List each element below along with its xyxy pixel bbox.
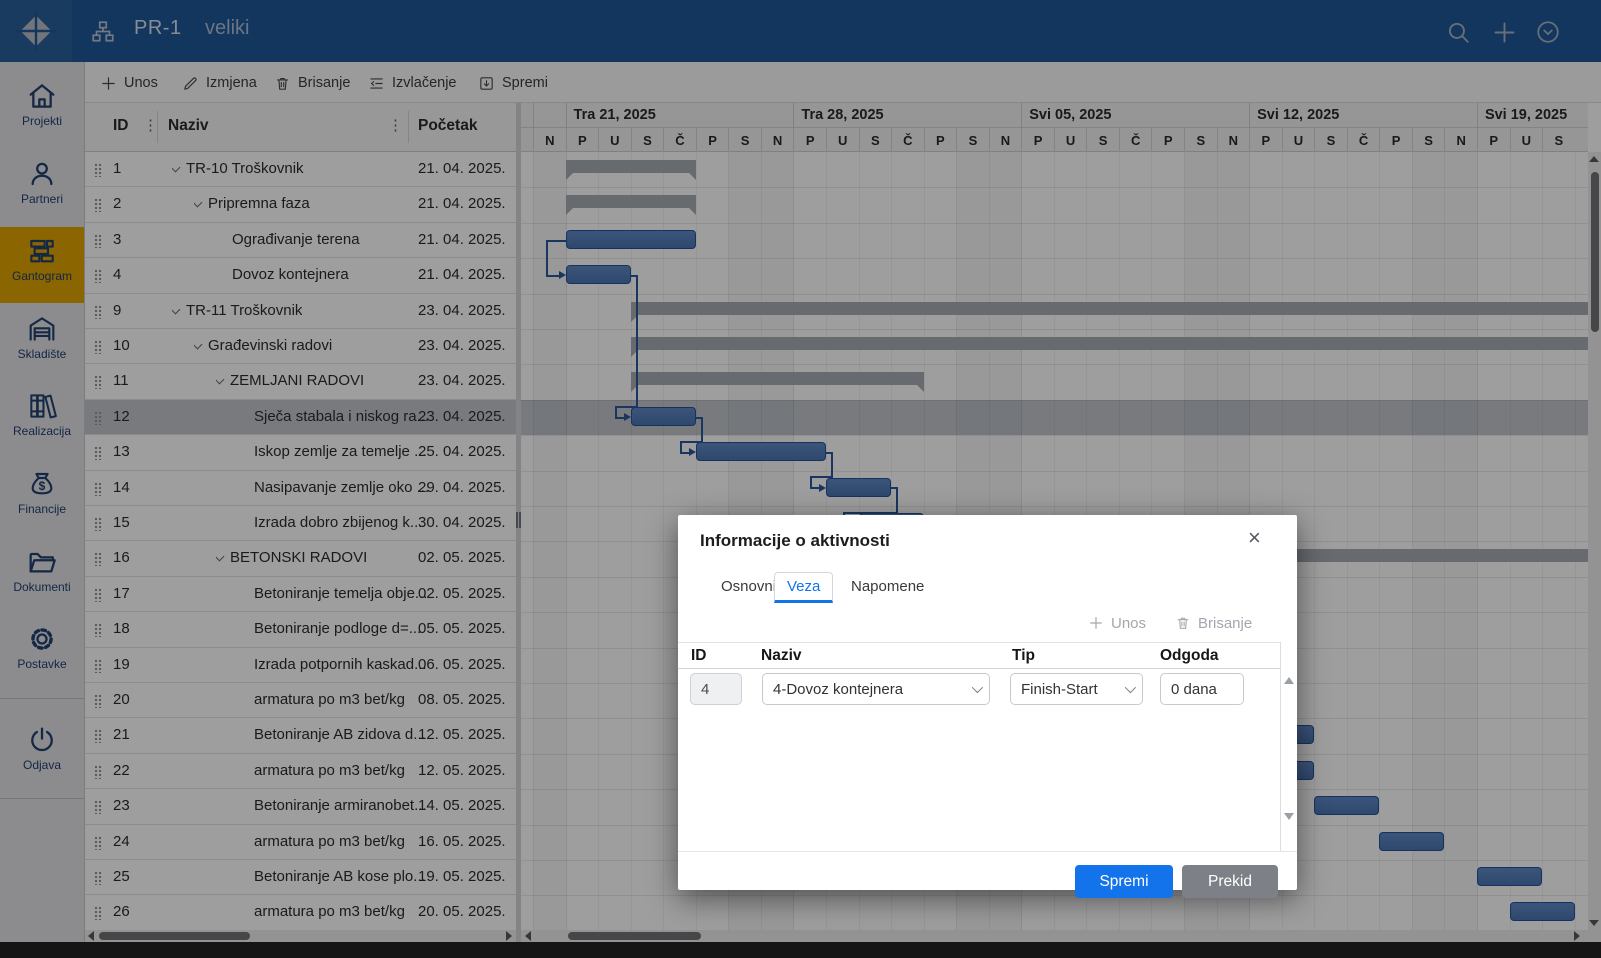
link-naziv-select[interactable]: 4-Dovoz kontejnera [762,673,990,705]
plus-icon [1088,615,1104,631]
application-window: PR-1 veliki ProjektiPartneriGantogramSkl… [0,0,1601,958]
close-icon[interactable]: × [1248,525,1261,551]
scroll-down-icon[interactable] [1284,813,1294,820]
col-naziv: Naziv [761,647,802,665]
link-odgoda-input[interactable]: 0 dana [1160,673,1244,705]
link-id-field: 4 [690,673,742,705]
col-tip: Tip [1012,647,1035,665]
trash-icon [1175,615,1191,631]
cancel-button[interactable]: Prekid [1182,865,1278,898]
activity-info-dialog: Informacije o aktivnosti × Osnovni Veza … [678,515,1297,890]
dialog-add-button[interactable]: Unos [1088,611,1146,635]
dialog-delete-button[interactable]: Brisanje [1175,611,1252,635]
chevron-down-icon [972,682,983,693]
link-tip-select[interactable]: Finish-Start [1010,673,1143,705]
dialog-footer-divider [678,851,1297,852]
scroll-up-icon[interactable] [1284,677,1294,684]
chevron-down-icon [1125,682,1136,693]
dialog-table-header: ID Naziv Tip Odgoda [678,642,1280,669]
save-button[interactable]: Spremi [1075,865,1173,898]
dialog-title: Informacije o aktivnosti [700,531,890,551]
col-id: ID [691,647,707,665]
col-odgoda: Odgoda [1160,647,1219,665]
tab-napomene[interactable]: Napomene [838,572,937,603]
tab-veza[interactable]: Veza [774,572,833,603]
dialog-table-border [1280,642,1281,851]
